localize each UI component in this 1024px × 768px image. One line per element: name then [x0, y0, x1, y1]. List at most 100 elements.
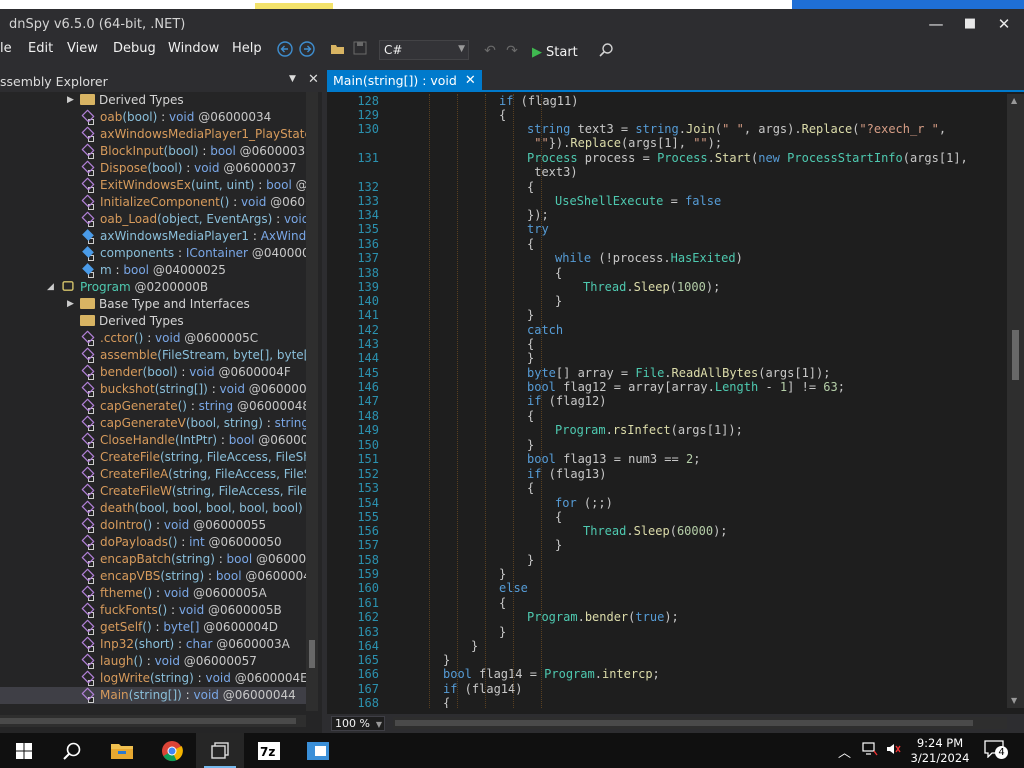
tree-item[interactable]: CreateFile(string, FileAccess, FileShare…	[0, 449, 306, 466]
tree-item[interactable]: encapVBS(string) : bool @0600004B	[0, 568, 306, 585]
open-folder-icon[interactable]	[329, 41, 347, 59]
tree-item[interactable]: capGenerate() : string @06000048	[0, 398, 306, 415]
code-view[interactable]: 128 if (flag11) 129 {130 string text3 = stri…	[327, 94, 1007, 708]
tree-item-name: encapVBS	[100, 569, 161, 583]
tree-item-name: axWindowsMediaPlayer1_PlayStateCh	[100, 127, 306, 141]
tree-item[interactable]: ▶ Base Type and Interfaces	[0, 296, 306, 313]
tree-item[interactable]: doIntro() : void @06000055	[0, 517, 306, 534]
search-icon[interactable]	[597, 42, 615, 60]
tree-item[interactable]: m : bool @04000025	[0, 262, 306, 279]
language-dropdown[interactable]: C# ▼	[379, 40, 469, 60]
code-token: UseShellExecute	[555, 194, 664, 208]
tree-item[interactable]: Inp32(short) : char @0600003A	[0, 636, 306, 653]
tree-item[interactable]: capGenerateV(bool, string) : string @06	[0, 415, 306, 432]
tree-item[interactable]: BlockInput(bool) : bool @06000032	[0, 143, 306, 160]
code-vertical-scrollbar[interactable]: ▲ ▼	[1007, 94, 1024, 708]
close-button[interactable]: ✕	[987, 11, 1021, 37]
scroll-up-icon[interactable]: ▲	[1011, 96, 1017, 105]
code-token: Start	[714, 151, 751, 165]
menu-help[interactable]: Help	[232, 41, 262, 56]
code-horizontal-scrollbar[interactable]	[393, 717, 1007, 729]
tree-item[interactable]: ◢ Program @0200000B	[0, 279, 306, 296]
panel-menu-icon[interactable]: ▼	[289, 74, 296, 84]
tree-item[interactable]: bender(bool) : void @0600004F	[0, 364, 306, 381]
tree-item-ret: int	[189, 535, 205, 549]
close-icon[interactable]: ✕	[308, 72, 319, 87]
file-explorer-icon[interactable]	[98, 733, 146, 768]
expand-icon[interactable]: ▶	[67, 92, 74, 109]
back-icon[interactable]	[276, 41, 294, 59]
undo-icon[interactable]: ↶	[481, 42, 499, 60]
expand-icon[interactable]: ▶	[67, 296, 74, 313]
tree-item-token: @06000055	[189, 518, 267, 532]
menu-edit[interactable]: Edit	[28, 41, 53, 56]
tree-item[interactable]: .cctor() : void @0600005C	[0, 330, 306, 347]
tree-item[interactable]: ▶ Derived Types	[0, 92, 306, 109]
tree-item[interactable]: logWrite(string) : void @0600004E	[0, 670, 306, 687]
tree-item-args: (bool)	[122, 110, 158, 124]
close-tab-icon[interactable]: ✕	[465, 73, 476, 89]
assembly-explorer-panel: ssembly Explorer ▼ ✕ ▶ Derived Types oab(b…	[0, 70, 322, 733]
minimize-button[interactable]: —	[919, 11, 953, 37]
zoom-dropdown[interactable]: 100 % ▼	[331, 716, 385, 731]
indent-guide	[485, 94, 486, 708]
tree-item[interactable]: getSelf() : byte[] @0600004D	[0, 619, 306, 636]
tree-item[interactable]: components : IContainer @04000026	[0, 245, 306, 262]
tree-item[interactable]: ftheme() : void @0600005A	[0, 585, 306, 602]
scroll-down-icon[interactable]: ▼	[1011, 696, 1017, 705]
tree-item[interactable]: ExitWindowsEx(uint, uint) : bool @060	[0, 177, 306, 194]
tree-item[interactable]: oab(bool) : void @06000034	[0, 109, 306, 126]
collapse-icon[interactable]: ◢	[47, 279, 54, 296]
tree-horizontal-scrollbar[interactable]	[0, 715, 306, 727]
menu-window[interactable]: Window	[168, 41, 219, 56]
code-token: ;	[652, 667, 660, 681]
redo-icon[interactable]: ↷	[503, 42, 521, 60]
tree-item[interactable]: death(bool, bool, bool, bool, bool) : vo	[0, 500, 306, 517]
tree-item[interactable]: InitializeComponent() : void @0600003	[0, 194, 306, 211]
notifications-icon[interactable]: 4	[984, 740, 1008, 762]
chevron-up-icon[interactable]: ︿	[838, 742, 851, 761]
forward-icon[interactable]	[298, 41, 316, 59]
code-token: flag12 = array[array.	[555, 380, 715, 394]
tree-item[interactable]: CreateFileW(string, FileAccess, FileSha	[0, 483, 306, 500]
tree-item[interactable]: axWindowsMediaPlayer1_PlayStateCh	[0, 126, 306, 143]
save-icon[interactable]	[351, 41, 369, 59]
tree-item[interactable]: assemble(FileStream, byte[], byte[], by	[0, 347, 306, 364]
search-icon[interactable]	[48, 733, 96, 768]
seven-zip-icon[interactable]: 7z	[245, 733, 293, 768]
tree-item[interactable]: encapBatch(string) : bool @0600004A	[0, 551, 306, 568]
dnspy-app-icon[interactable]	[294, 733, 342, 768]
code-token: {	[555, 510, 563, 524]
tab-main-method[interactable]: Main(string[]) : void ✕	[327, 70, 482, 92]
tree-item-ret: AxWindows	[260, 229, 306, 243]
tree-item[interactable]: CloseHandle(IntPtr) : bool @06000041	[0, 432, 306, 449]
maximize-button[interactable]: ■	[953, 11, 987, 37]
tree-item-args: (string, FileAccess, FileShar	[168, 467, 306, 481]
windows-start-icon[interactable]	[0, 733, 48, 768]
menu-debug[interactable]: Debug	[113, 41, 156, 56]
tree-item-name: m	[100, 263, 112, 277]
code-text: }	[527, 553, 534, 567]
volume-icon[interactable]	[886, 742, 902, 760]
tree-item[interactable]: axWindowsMediaPlayer1 : AxWindows	[0, 228, 306, 245]
menu-view[interactable]: View	[67, 41, 98, 56]
tree-item[interactable]: Derived Types	[0, 313, 306, 330]
tree-item[interactable]: oab_Load(object, EventArgs) : void @0	[0, 211, 306, 228]
tree-item[interactable]: CreateFileA(string, FileAccess, FileShar	[0, 466, 306, 483]
chrome-icon[interactable]	[148, 733, 196, 768]
tree-item-ret: void	[163, 586, 190, 600]
tree-item[interactable]: fuckFonts() : void @0600005B	[0, 602, 306, 619]
start-debug-button[interactable]: ▶ Start	[532, 42, 578, 62]
tree-item[interactable]: laugh() : void @06000057	[0, 653, 306, 670]
system-clock[interactable]: 9:24 PM 3/21/2024	[908, 736, 972, 766]
menu-file[interactable]: le	[0, 41, 12, 56]
network-icon[interactable]	[862, 742, 878, 760]
tree-item[interactable]: buckshot(string[]) : void @06000047	[0, 381, 306, 398]
tree-vertical-scrollbar[interactable]	[306, 92, 318, 711]
code-token: Length	[714, 380, 759, 394]
tree-item[interactable]: doPayloads() : int @06000050	[0, 534, 306, 551]
code-text: Program.rsInfect(args[1]);	[555, 423, 743, 437]
tree-item[interactable]: Dispose(bool) : void @06000037	[0, 160, 306, 177]
task-view-icon[interactable]	[196, 733, 244, 768]
tree-item[interactable]: Main(string[]) : void @06000044	[0, 687, 306, 704]
